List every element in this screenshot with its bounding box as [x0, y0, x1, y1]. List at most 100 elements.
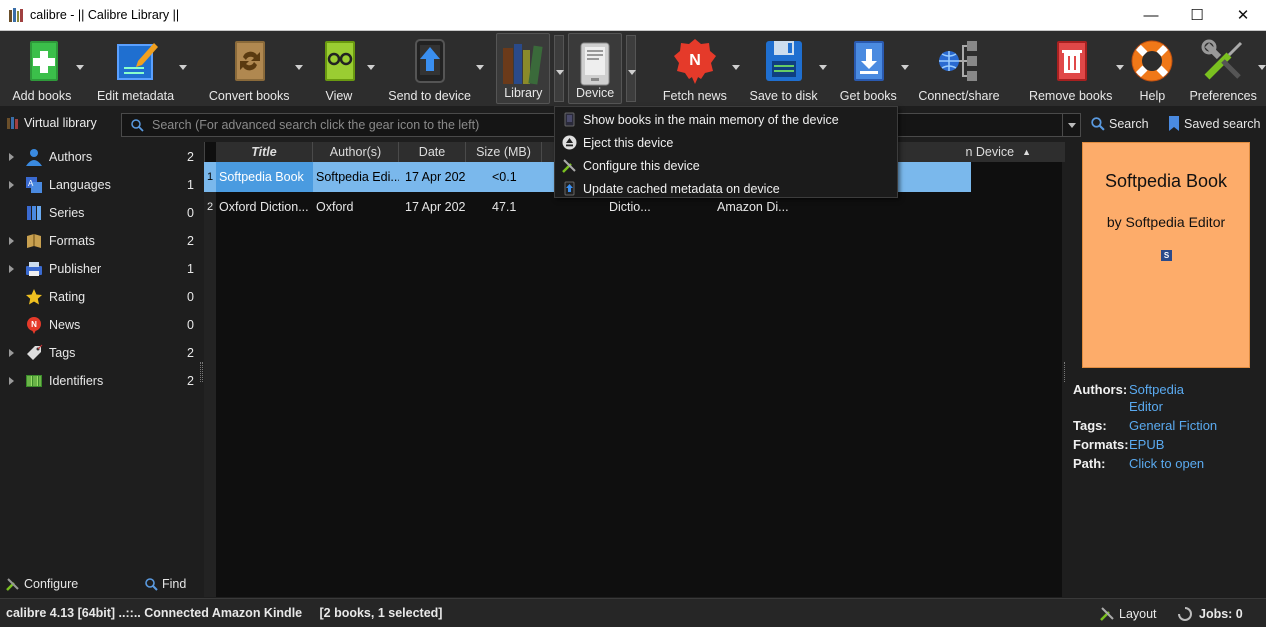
sidebar-item-identifiers[interactable]: Identifiers 2 [0, 367, 200, 395]
menu-item-label: Eject this device [583, 136, 674, 150]
svg-text:N: N [689, 52, 701, 69]
remove-books-label: Remove books [1028, 89, 1113, 103]
library-button[interactable]: Library [496, 33, 551, 104]
tag-icon [27, 344, 43, 360]
sidebar-item-rating[interactable]: Rating 0 [0, 283, 200, 311]
edit-metadata-button[interactable]: Edit metadata [84, 31, 188, 106]
upload-device-icon [564, 181, 575, 196]
column-header-size[interactable]: Size (MB) [466, 142, 542, 162]
menu-item-eject[interactable]: Eject this device [555, 131, 897, 154]
sidebar-item-publisher[interactable]: Publisher 1 [0, 255, 200, 283]
eject-icon [562, 135, 577, 150]
library-dropdown[interactable] [554, 35, 565, 102]
main-toolbar: Add books Edit metadata Convert books Vi… [0, 31, 1266, 106]
title-cell[interactable]: Oxford Diction... [216, 200, 313, 214]
sidebar-item-news[interactable]: N News 0 [0, 311, 200, 339]
chevron-down-icon[interactable] [731, 65, 740, 70]
convert-books-button[interactable]: Convert books [195, 31, 304, 106]
virtual-library-button[interactable]: Virtual library [6, 116, 97, 130]
sidebar-item-series[interactable]: Series 0 [0, 199, 200, 227]
title-cell[interactable]: Softpedia Book [216, 162, 313, 192]
sidebar-item-count: 2 [187, 374, 194, 388]
gear-icon[interactable] [130, 118, 144, 132]
column-header-date[interactable]: Date [399, 142, 466, 162]
book-cover[interactable]: Softpedia Book by Softpedia Editor S [1082, 142, 1250, 368]
find-button[interactable]: Find [144, 577, 186, 591]
expand-arrow-icon[interactable] [9, 377, 14, 385]
search-button[interactable]: Search [1090, 116, 1149, 131]
path-link[interactable]: Click to open [1129, 456, 1204, 471]
series-cell[interactable]: Dictio... [609, 200, 651, 214]
author-cell[interactable]: Oxford [313, 200, 399, 214]
send-to-device-button[interactable]: Send to device [375, 31, 485, 106]
window-title: calibre - || Calibre Library || [30, 8, 180, 22]
authors-link-continued[interactable]: Editor [1129, 399, 1163, 414]
jobs-button[interactable]: Jobs: 0 [1177, 606, 1243, 622]
library-icon [503, 44, 543, 85]
date-cell[interactable]: 17 Apr 2020 [399, 200, 466, 214]
device-dropdown[interactable] [626, 35, 637, 102]
configure-button[interactable]: Configure [6, 577, 78, 591]
row-number-gutter [204, 162, 216, 597]
chevron-down-icon[interactable] [901, 65, 910, 70]
save-to-disk-button[interactable]: Save to disk [740, 31, 828, 106]
search-history-dropdown[interactable] [1062, 114, 1080, 136]
menu-item-configure-device[interactable]: Configure this device [555, 154, 897, 177]
cover-title: Softpedia Book [1104, 171, 1228, 191]
chevron-down-icon[interactable] [366, 65, 375, 70]
authors-link[interactable]: Softpedia [1129, 382, 1184, 397]
expand-arrow-icon[interactable] [9, 153, 14, 161]
help-button[interactable]: Help [1124, 31, 1180, 106]
maximize-button[interactable]: ☐ [1174, 0, 1220, 30]
device-button[interactable]: Device [568, 33, 623, 104]
sidebar-item-count: 0 [187, 318, 194, 332]
layout-button[interactable]: Layout [1100, 606, 1157, 621]
minimize-button[interactable]: — [1128, 0, 1174, 30]
row-number: 2 [206, 201, 214, 213]
remove-books-button[interactable]: Remove books [1017, 31, 1125, 106]
expand-arrow-icon[interactable] [9, 349, 14, 357]
expand-arrow-icon[interactable] [9, 237, 14, 245]
jobs-label: Jobs: 0 [1199, 607, 1243, 621]
sidebar-splitter[interactable] [200, 362, 203, 382]
chevron-down-icon[interactable] [476, 65, 485, 70]
size-cell[interactable]: <0.1 [466, 170, 542, 184]
add-books-button[interactable]: Add books [0, 31, 84, 106]
preferences-button[interactable]: Preferences [1180, 31, 1266, 106]
expand-arrow-icon[interactable] [9, 265, 14, 273]
chevron-down-icon[interactable] [819, 65, 828, 70]
date-cell[interactable]: 17 Apr 2020 [399, 170, 466, 184]
get-books-button[interactable]: Get books [827, 31, 910, 106]
tags-link[interactable]: General Fiction [1129, 418, 1217, 433]
sidebar-item-count: 0 [187, 290, 194, 304]
formats-link[interactable]: EPUB [1129, 437, 1164, 452]
sidebar-item-label: Tags [49, 346, 76, 360]
author-cell[interactable]: Softpedia Edi... [313, 170, 399, 184]
saved-search-button[interactable]: Saved search [1168, 116, 1260, 131]
size-cell[interactable]: 47.1 [466, 200, 542, 214]
chevron-down-icon[interactable] [1116, 65, 1125, 70]
column-header-title[interactable]: Title [216, 142, 313, 162]
chevron-down-icon[interactable] [1258, 65, 1266, 70]
sidebar-item-authors[interactable]: Authors 2 [0, 143, 200, 171]
sidebar-item-label: Authors [49, 150, 93, 164]
view-button[interactable]: View [303, 31, 375, 106]
chevron-down-icon [556, 70, 565, 75]
sidebar-item-tags[interactable]: Tags 2 [0, 339, 200, 367]
expand-arrow-icon[interactable] [9, 181, 14, 189]
menu-item-update-metadata[interactable]: Update cached metadata on device [555, 177, 897, 200]
menu-item-label: Configure this device [583, 159, 700, 173]
sidebar-item-label: Languages [49, 178, 111, 192]
column-header-authors[interactable]: Author(s) [313, 142, 399, 162]
view-label: View [325, 89, 353, 103]
sidebar-item-formats[interactable]: Formats 2 [0, 227, 200, 255]
close-button[interactable]: ✕ [1220, 0, 1266, 30]
chevron-down-icon[interactable] [75, 65, 84, 70]
connect-share-button[interactable]: Connect/share [909, 31, 1009, 106]
chevron-down-icon[interactable] [179, 65, 188, 70]
chevron-down-icon[interactable] [295, 65, 304, 70]
menu-item-show-books[interactable]: Show books in the main memory of the dev… [555, 108, 897, 131]
sidebar-item-languages[interactable]: A Languages 1 [0, 171, 200, 199]
fetch-news-button[interactable]: N Fetch news [650, 31, 740, 106]
language-icon: A [26, 177, 42, 193]
